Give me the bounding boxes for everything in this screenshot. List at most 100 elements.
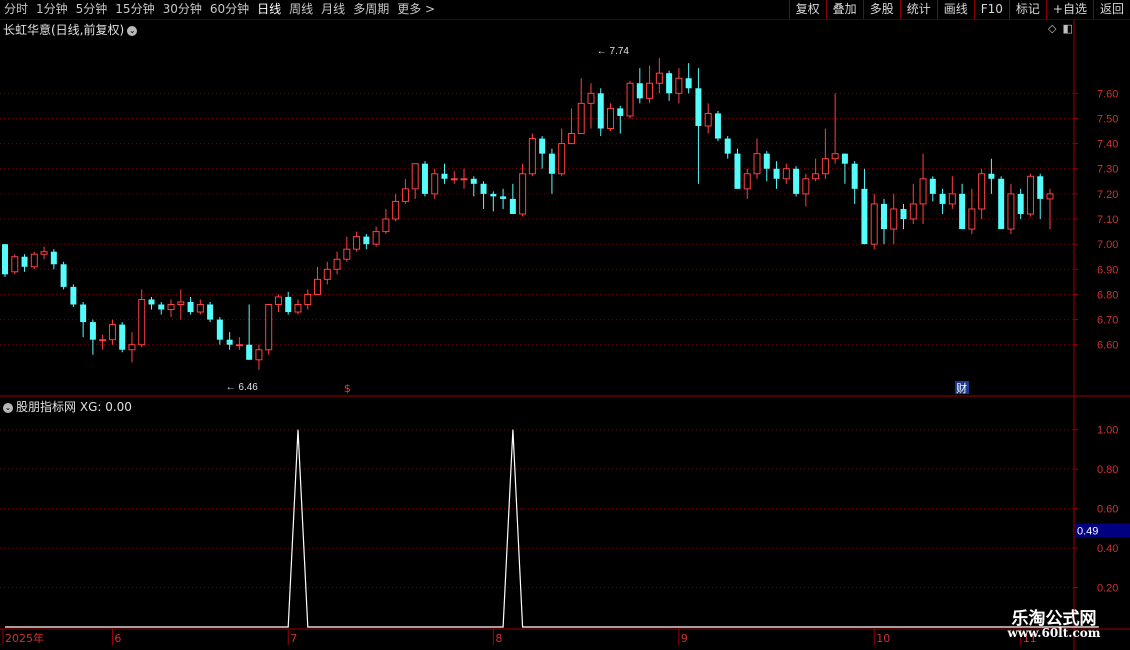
- candle-body: [70, 286, 77, 305]
- candle-body: [128, 344, 136, 351]
- indicator-tick-label: 0.60: [1097, 504, 1118, 516]
- candle-body: [363, 236, 370, 245]
- candle-body: [519, 173, 527, 215]
- candle-body: [831, 153, 839, 160]
- candle-body: [450, 178, 458, 181]
- candle-body: [695, 88, 702, 126]
- high-price-label: ← 7.74: [597, 46, 630, 57]
- candle-body: [333, 258, 341, 270]
- candle-body: [108, 324, 116, 341]
- candle-body: [138, 298, 146, 346]
- candle-body: [743, 173, 751, 190]
- candle-body: [470, 178, 477, 184]
- event-marker: 财: [956, 381, 967, 395]
- candle-body: [685, 78, 692, 89]
- candle-body: [80, 304, 87, 323]
- candle-body: [60, 264, 67, 287]
- candle-body: [948, 193, 956, 205]
- time-axis-label: 9: [681, 632, 688, 645]
- candle-body: [509, 198, 516, 214]
- candle-body: [382, 218, 390, 233]
- candle-body: [285, 296, 292, 313]
- candle-body: [323, 268, 331, 280]
- candle-body: [880, 203, 887, 230]
- indicator-tick-label: 0.40: [1097, 543, 1118, 555]
- candle-body: [646, 82, 654, 99]
- candle-body: [968, 208, 976, 230]
- time-axis-label: 10: [876, 632, 890, 645]
- candle-body: [11, 256, 19, 273]
- candle-body: [1007, 193, 1015, 230]
- candle-body: [773, 168, 780, 179]
- time-axis-label: 8: [495, 632, 502, 645]
- candle-body: [216, 319, 223, 340]
- indicator-name: 股朋指标网: [16, 400, 77, 414]
- kline-chart: 7.60 7.50 7.40 7.30 7.20 7.10 7.00 6.90 6.80 6.70…: [0, 20, 1130, 650]
- dropdown-chevron-icon[interactable]: ⌄: [3, 402, 13, 413]
- candle-body: [900, 208, 907, 220]
- candle-body: [30, 253, 38, 268]
- candle-body: [21, 256, 28, 267]
- time-axis-label: 2025年: [5, 631, 44, 645]
- candle-body: [392, 200, 400, 220]
- candle-body: [607, 107, 615, 130]
- candle-body: [558, 143, 566, 175]
- dropdown-chevron-icon[interactable]: ⌄: [127, 25, 138, 36]
- candle-body: [734, 153, 741, 189]
- candle-body: [763, 153, 770, 169]
- candle-body: [704, 112, 712, 127]
- candle-body: [861, 188, 868, 245]
- xg-indicator-line: [5, 429, 1099, 628]
- candle-body: [401, 188, 409, 202]
- candle-body: [196, 303, 204, 313]
- candle-body: [2, 244, 8, 275]
- price-tick-label: 7.30: [1097, 164, 1118, 176]
- candle-body: [793, 168, 800, 194]
- candle-body: [714, 113, 721, 139]
- candle-body: [782, 168, 790, 180]
- candle-body: [1046, 193, 1054, 200]
- candle-body: [441, 173, 448, 179]
- price-tick-label: 6.60: [1097, 340, 1118, 352]
- candle-body: [158, 304, 165, 310]
- candle-body: [460, 178, 468, 181]
- restore-icon[interactable]: ◧: [1062, 22, 1072, 35]
- price-tick-label: 6.90: [1097, 264, 1118, 276]
- watermark-url: www.60lt.com: [1007, 626, 1101, 640]
- candle-body: [929, 178, 936, 194]
- candle-body: [1017, 193, 1024, 214]
- candle-body: [500, 196, 507, 199]
- candle-body: [870, 203, 878, 245]
- sub-panel-title: ⌄ 股朋指标网 XG: 0.00: [3, 398, 132, 415]
- candle-body: [99, 339, 107, 342]
- candle-body: [480, 183, 487, 194]
- candle-body: [246, 344, 253, 360]
- indicator-tick-label: 0.20: [1097, 583, 1118, 595]
- price-tick-label: 7.60: [1097, 88, 1118, 100]
- candle-body: [959, 193, 966, 230]
- price-tick-label: 7.50: [1097, 113, 1118, 125]
- candle-body: [939, 193, 946, 204]
- candle-body: [548, 153, 555, 174]
- candle-body: [294, 303, 302, 313]
- candle-body: [40, 251, 48, 255]
- stock-title: 长虹华意(日线,前复权): [3, 23, 125, 37]
- candle-body: [50, 251, 57, 265]
- candle-body: [177, 301, 185, 305]
- candle-body: [597, 93, 604, 129]
- candle-body: [978, 173, 986, 210]
- candle-body: [851, 163, 858, 189]
- indicator-tick-label: 0.80: [1097, 464, 1118, 476]
- candle-body: [372, 231, 380, 245]
- candle-body: [274, 296, 282, 305]
- candle-body: [812, 173, 820, 180]
- candle-body: [617, 108, 624, 116]
- candle-body: [421, 163, 428, 194]
- candle-body: [666, 73, 673, 94]
- diamond-icon[interactable]: ◇: [1048, 22, 1056, 35]
- candle-body: [636, 83, 643, 99]
- candle-body: [411, 163, 419, 190]
- price-tick-label: 7.20: [1097, 189, 1118, 201]
- candle-body: [567, 133, 575, 145]
- low-price-label: ← 6.46: [226, 382, 259, 393]
